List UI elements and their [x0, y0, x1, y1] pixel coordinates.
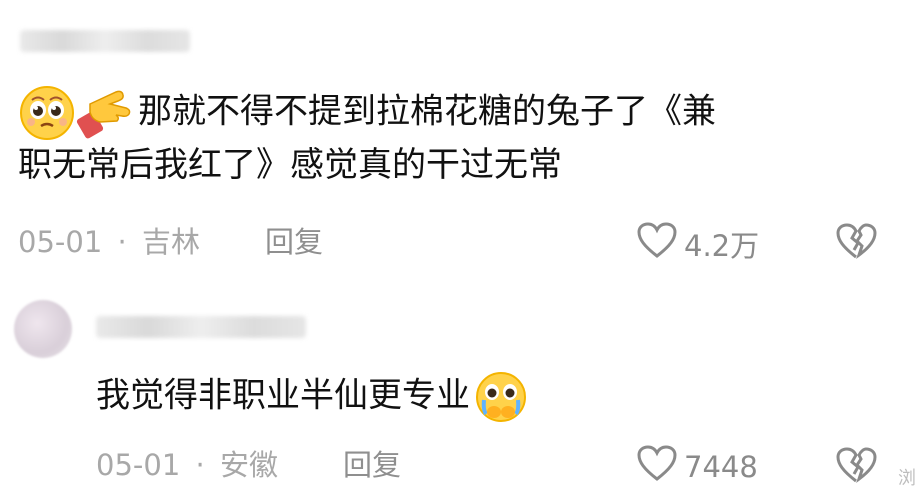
meta-separator: · — [195, 448, 205, 482]
comment-location: 吉林 — [141, 225, 200, 259]
comment-body: 那就不得不提到拉棉花糖的兔子了《兼 职无常后我红了》感觉真的干过无常 — [18, 84, 898, 188]
comment-meta: 05-01 · 安徽 — [96, 448, 278, 482]
comment-location: 安徽 — [219, 448, 278, 482]
broken-heart-icon[interactable] — [834, 446, 878, 488]
heart-icon — [636, 444, 678, 489]
pleading-face-emoji — [18, 84, 76, 142]
crying-face-emoji — [474, 370, 528, 424]
comment-text-line1: 我觉得非职业半仙更专业 — [96, 375, 470, 416]
reply-button[interactable]: 回复 — [265, 225, 323, 259]
like-button[interactable]: 7448 — [636, 444, 758, 489]
reply-button[interactable]: 回复 — [343, 448, 401, 482]
comment-meta: 05-01 · 吉林 — [18, 225, 200, 259]
edge-text: 浏 — [898, 468, 916, 489]
comment-date: 05-01 — [18, 225, 103, 259]
comment-date: 05-01 — [96, 448, 181, 482]
comment-text-line1: 那就不得不提到拉棉花糖的兔子了《兼 — [138, 91, 716, 132]
comment-text-line2: 职无常后我红了》感觉真的干过无常 — [18, 145, 562, 185]
broken-heart-icon[interactable] — [834, 222, 878, 264]
comment-body: 我觉得非职业半仙更专业 — [96, 370, 528, 424]
avatar[interactable] — [14, 300, 72, 358]
like-button[interactable]: 4.2万 — [636, 221, 759, 266]
commenter-name-blurred[interactable] — [96, 316, 306, 338]
like-count: 4.2万 — [684, 228, 760, 263]
commenter-name-blurred[interactable] — [20, 30, 190, 52]
heart-icon — [636, 221, 678, 266]
like-count: 7448 — [684, 449, 758, 484]
pointing-hand-emoji — [76, 84, 138, 142]
meta-separator: · — [117, 225, 127, 259]
